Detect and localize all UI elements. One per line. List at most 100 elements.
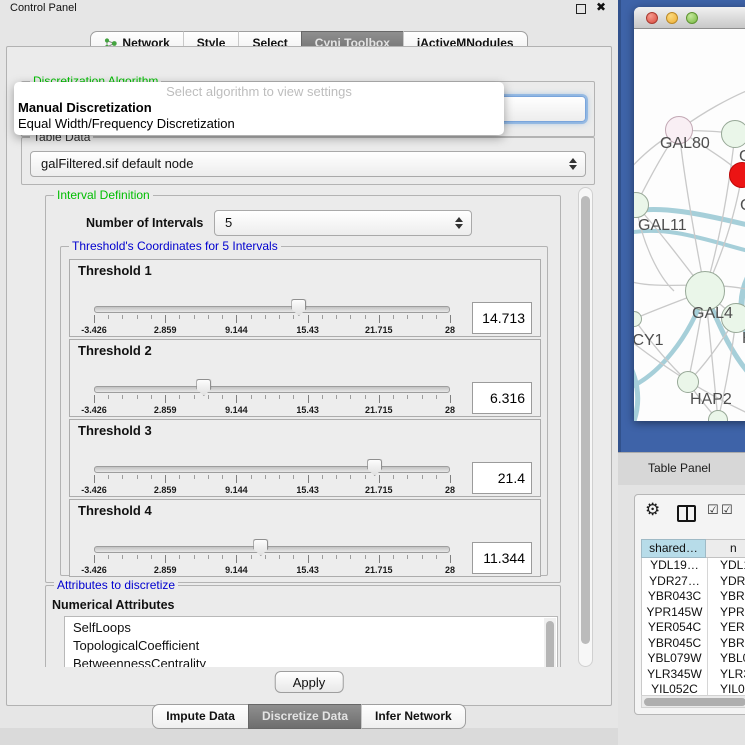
algorithm-option-manual[interactable]: Manual Discretization — [14, 100, 504, 116]
threshold-4-value-input[interactable]: 11.344 — [472, 542, 532, 574]
tick-mark — [137, 555, 138, 559]
scrollbar-thumb[interactable] — [644, 698, 745, 706]
cell-name[interactable]: YLR3 — [708, 667, 745, 683]
threshold-3-value-input[interactable]: 21.4 — [472, 462, 532, 494]
node-label: GAL11 — [638, 217, 687, 235]
slider-track[interactable] — [94, 306, 450, 313]
tick-mark — [179, 395, 180, 399]
cell-shared-name[interactable]: YPR145W — [642, 605, 707, 621]
zoom-traffic-light-icon[interactable] — [686, 12, 698, 24]
threshold-2-value-input[interactable]: 6.316 — [472, 382, 532, 414]
tick-mark — [122, 395, 123, 399]
tick-mark — [108, 315, 109, 319]
attribute-list-scrollbar[interactable] — [544, 618, 556, 667]
table-row[interactable]: YBR045CYBR0 — [642, 636, 745, 652]
table-row[interactable]: YPR145WYPR1 — [642, 605, 745, 621]
columns-icon[interactable] — [677, 505, 696, 522]
tab-infer-network[interactable]: Infer Network — [361, 704, 466, 729]
cell-shared-name[interactable]: YER054C — [642, 620, 707, 636]
threshold-2-slider[interactable]: -3.4262.8599.14415.4321.71528 — [94, 380, 450, 414]
table-row[interactable]: YIL052CYIL0 — [642, 682, 745, 695]
tick-mark — [236, 395, 237, 403]
tick-mark — [122, 555, 123, 559]
slider-thumb[interactable] — [367, 459, 382, 476]
slider-thumb[interactable] — [196, 379, 211, 396]
network-node[interactable] — [677, 371, 699, 393]
tick-mark — [350, 475, 351, 479]
table-horizontal-scrollbar[interactable] — [641, 695, 745, 708]
tick-label: 2.859 — [154, 565, 177, 575]
tick-mark — [222, 555, 223, 559]
float-window-icon[interactable] — [576, 4, 586, 14]
attribute-item[interactable]: BetweennessCentrality — [65, 655, 543, 667]
cell-name[interactable]: YDR2 — [708, 574, 745, 590]
table-row[interactable]: YBR043CYBR0 — [642, 589, 745, 605]
close-icon[interactable]: ✖ — [596, 0, 606, 14]
attribute-item[interactable]: SelfLoops — [65, 619, 543, 637]
checkbox-icon[interactable]: ☑ — [707, 503, 719, 518]
table-row[interactable]: YER054CYER0 — [642, 620, 745, 636]
attribute-item[interactable]: TopologicalCoefficient — [65, 637, 543, 655]
cell-shared-name[interactable]: YIL052C — [642, 682, 707, 695]
cell-shared-name[interactable]: YBR045C — [642, 636, 707, 652]
tab-discretize-data[interactable]: Discretize Data — [248, 704, 361, 729]
node-table-header: shared… n — [641, 539, 745, 558]
interval-definition-group: Interval Definition Number of Intervals … — [45, 195, 561, 583]
node-label: C — [740, 197, 745, 215]
tick-mark — [422, 475, 423, 479]
cell-name[interactable]: YPR1 — [708, 605, 745, 621]
cell-name[interactable]: YIL0 — [708, 682, 745, 695]
threshold-3-slider[interactable]: -3.4262.8599.14415.4321.71528 — [94, 460, 450, 494]
slider-thumb[interactable] — [291, 299, 306, 316]
tick-mark — [265, 475, 266, 479]
cell-shared-name[interactable]: YDR27… — [642, 574, 707, 590]
slider-ticks — [94, 315, 450, 325]
cell-shared-name[interactable]: YLR345W — [642, 667, 707, 683]
algorithm-option-equal-width[interactable]: Equal Width/Frequency Discretization — [14, 116, 504, 132]
cell-name[interactable]: YER0 — [708, 620, 745, 636]
threshold-1-panel: Threshold 1 -3.4262.8599.14415.4321.7152… — [69, 259, 541, 337]
tick-mark — [137, 475, 138, 479]
gear-icon[interactable]: ⚙ — [645, 500, 660, 520]
network-node[interactable] — [721, 120, 745, 148]
scrollbar-thumb[interactable] — [581, 196, 590, 644]
number-of-intervals-combobox[interactable]: 5 — [214, 210, 472, 236]
network-canvas[interactable]: GAL80 G C GAL11 GAL4 GCY1 H HAP2 — [634, 29, 745, 421]
slider-track[interactable] — [94, 386, 450, 393]
table-row[interactable]: YLR345WYLR3 — [642, 667, 745, 683]
cell-shared-name[interactable]: YDL19… — [642, 558, 707, 574]
cell-name[interactable]: YBR0 — [708, 589, 745, 605]
tick-label: 9.144 — [225, 405, 248, 415]
threshold-4-slider[interactable]: -3.4262.8599.14415.4321.71528 — [94, 540, 450, 574]
tick-label: 2.859 — [154, 325, 177, 335]
scrollbar-thumb[interactable] — [546, 621, 554, 667]
slider-thumb[interactable] — [253, 539, 268, 556]
slider-track[interactable] — [94, 466, 450, 473]
tick-mark — [208, 555, 209, 559]
cell-name[interactable]: YDL1 — [708, 558, 745, 574]
apply-button[interactable]: Apply — [275, 671, 344, 693]
close-traffic-light-icon[interactable] — [646, 12, 658, 24]
settings-scrollbar[interactable] — [578, 187, 593, 667]
threshold-1-value-input[interactable]: 14.713 — [472, 302, 532, 334]
table-data-combobox[interactable]: galFiltered.sif default node — [30, 151, 586, 177]
cell-shared-name[interactable]: YBR043C — [642, 589, 707, 605]
tick-mark — [165, 555, 166, 563]
cell-name[interactable]: YBL0 — [708, 651, 745, 667]
table-row[interactable]: YDL19…YDL1 — [642, 558, 745, 574]
tick-mark — [293, 555, 294, 559]
cell-name[interactable]: YBR0 — [708, 636, 745, 652]
slider-track[interactable] — [94, 546, 450, 553]
checkbox-icon[interactable]: ☑ — [721, 503, 733, 518]
tick-mark — [308, 555, 309, 563]
table-row[interactable]: YDR27…YDR2 — [642, 574, 745, 590]
table-row[interactable]: YBL079WYBL0 — [642, 651, 745, 667]
cell-shared-name[interactable]: YBL079W — [642, 651, 707, 667]
column-header-shared-name[interactable]: shared… — [641, 539, 706, 558]
tab-impute-data[interactable]: Impute Data — [152, 704, 248, 729]
minimize-traffic-light-icon[interactable] — [666, 12, 678, 24]
tick-label: 28 — [445, 485, 455, 495]
column-header-name[interactable]: n — [706, 539, 745, 558]
threshold-1-slider[interactable]: -3.4262.8599.14415.4321.71528 — [94, 300, 450, 334]
tick-mark — [122, 475, 123, 479]
